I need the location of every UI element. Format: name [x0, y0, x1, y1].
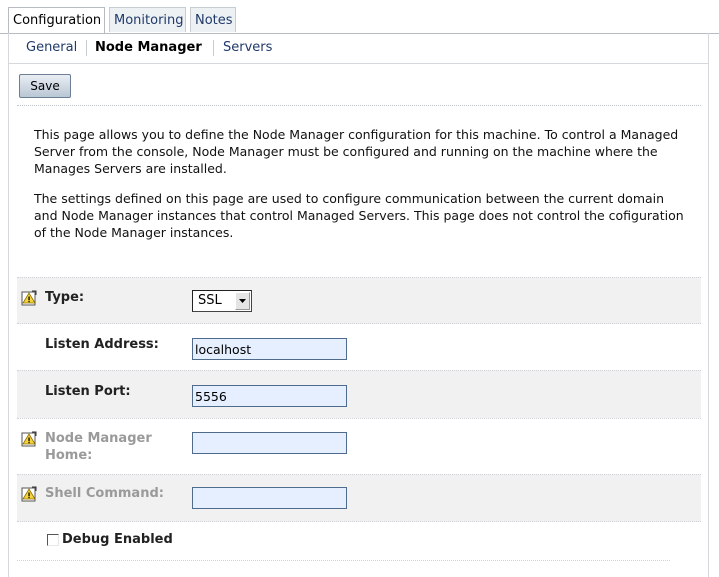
- listen-address-label: Listen Address:: [45, 337, 159, 352]
- row-divider: [17, 521, 701, 522]
- subtab-separator: [213, 40, 214, 56]
- node-manager-home-label: Node Manager Home:: [45, 430, 152, 464]
- shell-command-label: Shell Command:: [45, 486, 164, 501]
- subtab-node-manager[interactable]: Node Manager: [95, 40, 202, 55]
- row-divider: [17, 560, 670, 561]
- tab-strip-line: [0, 33, 719, 34]
- subtab-separator: [86, 40, 87, 56]
- form-row-type: [17, 277, 701, 324]
- listen-address-input[interactable]: [192, 338, 347, 360]
- content-border: [8, 33, 9, 577]
- tab-notes[interactable]: Notes: [190, 7, 236, 32]
- description-paragraph-1: This page allows you to define the Node …: [34, 127, 679, 176]
- listen-port-input[interactable]: [192, 385, 347, 407]
- debug-enabled-label[interactable]: Debug Enabled: [62, 532, 173, 547]
- description-paragraph-2: The settings defined on this page are us…: [34, 191, 684, 240]
- chevron-down-icon: [239, 299, 246, 303]
- debug-enabled-checkbox[interactable]: [47, 534, 59, 546]
- node-manager-home-input[interactable]: [192, 432, 347, 454]
- restart-required-warning-icon: [21, 431, 37, 447]
- subtab-general[interactable]: General: [26, 40, 77, 55]
- type-label: Type:: [45, 290, 85, 305]
- listen-port-label: Listen Port:: [45, 384, 131, 399]
- shell-command-input[interactable]: [192, 487, 347, 509]
- row-divider: [17, 418, 701, 419]
- tab-monitoring[interactable]: Monitoring: [109, 7, 186, 32]
- save-button[interactable]: Save: [19, 74, 71, 98]
- type-select-value: SSL: [198, 293, 222, 308]
- toolbar-divider: [17, 105, 701, 106]
- tab-configuration[interactable]: Configuration: [8, 7, 105, 34]
- select-dropdown-button[interactable]: [235, 292, 250, 310]
- node-manager-home-label-line1: Node Manager: [45, 431, 152, 446]
- type-select[interactable]: SSL: [192, 290, 252, 312]
- restart-required-warning-icon: [21, 486, 37, 502]
- subtab-divider: [9, 63, 708, 64]
- subtab-servers[interactable]: Servers: [223, 40, 272, 55]
- row-divider: [17, 323, 701, 324]
- content-border: [708, 33, 709, 577]
- node-manager-home-label-line2: Home:: [45, 448, 93, 463]
- restart-required-warning-icon: [21, 290, 37, 306]
